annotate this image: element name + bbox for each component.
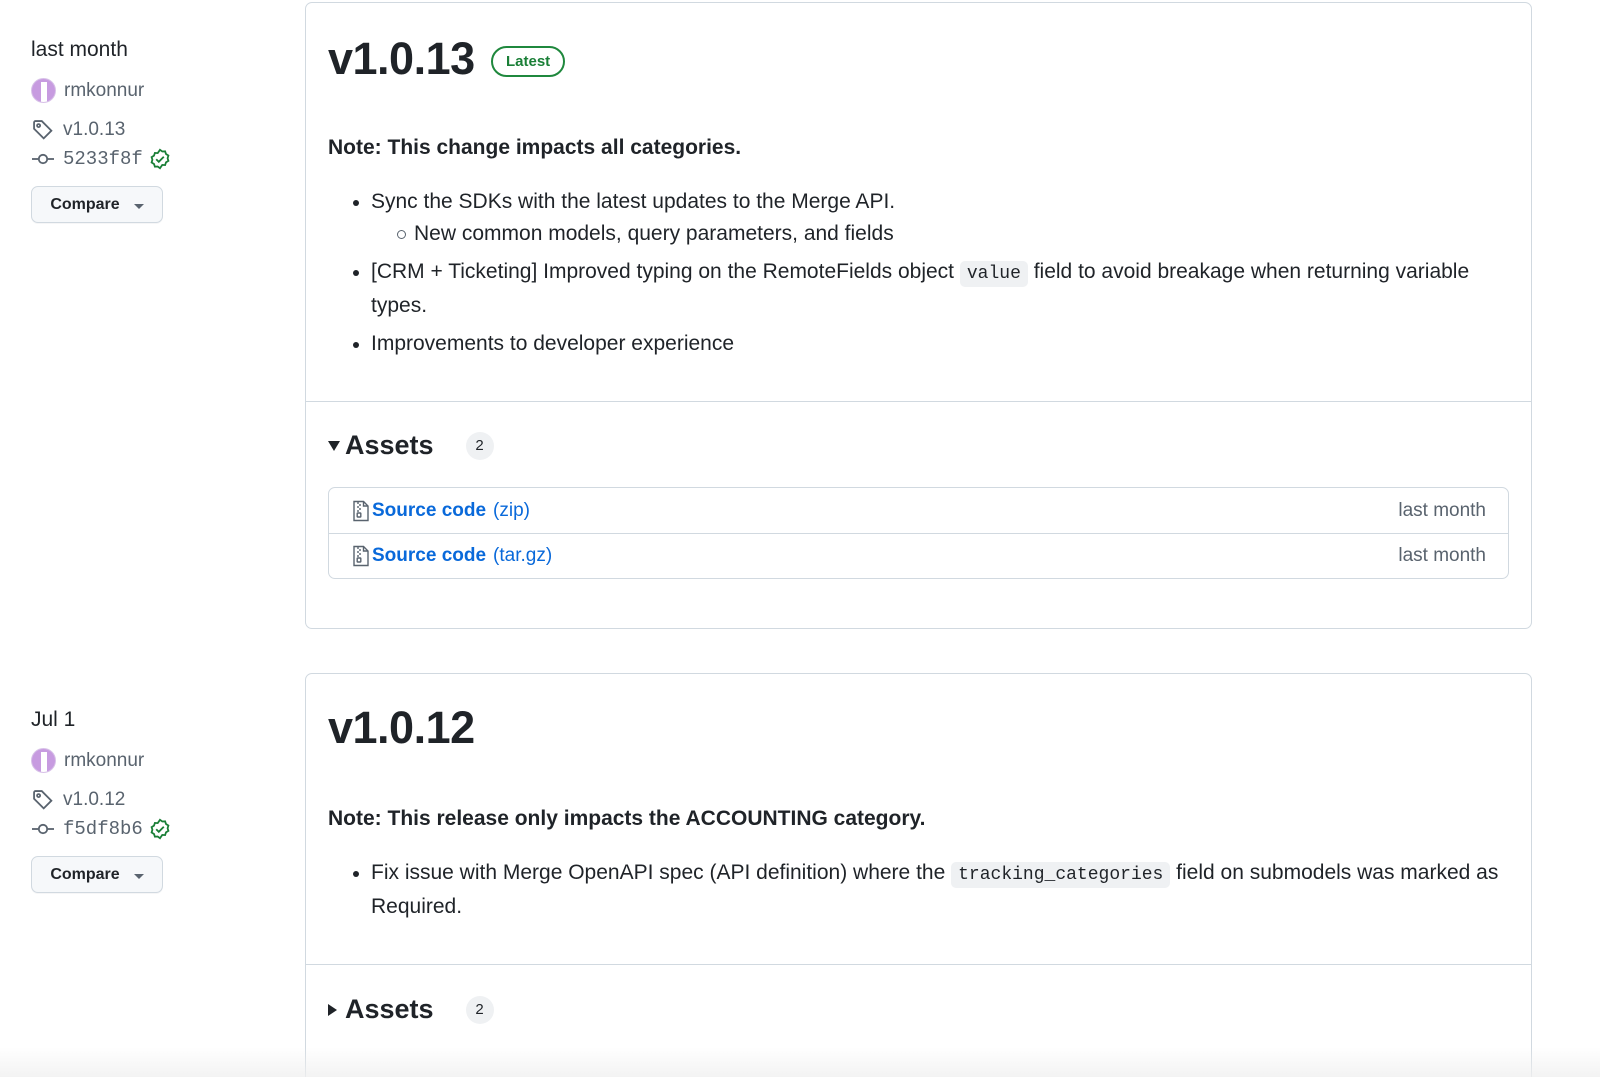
- list-item-text: New common models, query parameters, and…: [414, 222, 894, 245]
- assets-count: 2: [465, 995, 494, 1024]
- release-note-heading: Note: This release only impacts the ACCO…: [328, 807, 926, 830]
- commit-icon: [31, 822, 55, 836]
- release-notes-list: Sync the SDKs with the latest updates to…: [353, 186, 1511, 360]
- commit-sha[interactable]: 5233f8f: [63, 148, 143, 170]
- asset-date: last month: [1398, 499, 1486, 521]
- asset-name[interactable]: Source code: [372, 500, 486, 522]
- inline-code: tracking_categories: [951, 862, 1171, 888]
- release-date: Jul 1: [31, 708, 76, 731]
- assets-title: Assets: [345, 994, 434, 1024]
- bottom-fade: [0, 1047, 1600, 1077]
- assets-title: Assets: [345, 430, 434, 460]
- asset-ext[interactable]: (tar.gz): [493, 545, 552, 567]
- commit-icon: [31, 152, 55, 166]
- compare-button[interactable]: Compare: [31, 856, 163, 893]
- asset-date: last month: [1398, 545, 1486, 566]
- list-item: Fix issue with Merge OpenAPI spec (API d…: [353, 857, 1511, 923]
- author-row[interactable]: rmkonnur: [31, 78, 144, 103]
- file-zip-icon: [352, 545, 370, 567]
- author-name[interactable]: rmkonnur: [64, 80, 144, 102]
- author-row[interactable]: rmkonnur: [31, 748, 144, 773]
- list-item: New common models, query parameters, and…: [397, 218, 1511, 250]
- tag-label[interactable]: v1.0.12: [63, 789, 125, 811]
- verified-check-icon[interactable]: [149, 818, 171, 840]
- compare-label: Compare: [50, 195, 120, 213]
- compare-label: Compare: [50, 865, 120, 883]
- commit-row[interactable]: f5df8b6: [31, 818, 171, 840]
- release-note-heading: Note: This change impacts all categories…: [328, 136, 742, 159]
- avatar[interactable]: [31, 78, 56, 103]
- assets-list: Source code (zip) last month Source code…: [328, 487, 1509, 579]
- release-card: v1.0.12 Note: This release only impacts …: [305, 673, 1532, 1077]
- verified-check-icon[interactable]: [149, 148, 171, 170]
- tag-row[interactable]: v1.0.13: [31, 119, 125, 141]
- release-title[interactable]: v1.0.12: [328, 702, 475, 754]
- commit-row[interactable]: 5233f8f: [31, 148, 171, 170]
- asset-row-targz[interactable]: Source code (tar.gz) last month: [329, 533, 1508, 578]
- release-date: last month: [31, 38, 128, 61]
- list-item: [CRM + Ticketing] Improved typing on the…: [353, 256, 1511, 322]
- list-item-text: Sync the SDKs with the latest updates to…: [371, 190, 896, 213]
- commit-sha[interactable]: f5df8b6: [63, 818, 143, 840]
- divider: [306, 401, 1531, 402]
- list-item-text: Improvements to developer experience: [371, 332, 735, 355]
- triangle-right-icon: [328, 1003, 337, 1016]
- assets-count: 2: [465, 431, 494, 460]
- list-item: Sync the SDKs with the latest updates to…: [353, 186, 1511, 218]
- asset-ext[interactable]: (zip): [493, 500, 530, 522]
- tag-label[interactable]: v1.0.13: [63, 119, 125, 141]
- list-item-text: Fix issue with Merge OpenAPI spec (API d…: [371, 861, 952, 884]
- assets-toggle[interactable]: Assets 2: [328, 430, 494, 461]
- latest-badge: Latest: [491, 46, 566, 77]
- tag-icon: [31, 789, 55, 811]
- release-sidebar: Jul 1 rmkonnur v1.0.12 f5df8b6 Compare: [31, 708, 281, 893]
- list-item: Improvements to developer experience: [353, 328, 1511, 360]
- author-name[interactable]: rmkonnur: [64, 750, 144, 772]
- inline-code: value: [959, 261, 1028, 287]
- asset-name[interactable]: Source code: [372, 545, 486, 567]
- triangle-down-icon: [328, 440, 340, 451]
- release-card: v1.0.13 Latest Note: This change impacts…: [305, 2, 1532, 629]
- release-sidebar: last month rmkonnur v1.0.13 5233f8f Comp…: [31, 38, 281, 223]
- list-item-text: [CRM + Ticketing] Improved typing on the…: [371, 260, 960, 283]
- tag-row[interactable]: v1.0.12: [31, 789, 125, 811]
- caret-down-icon: [133, 873, 144, 879]
- file-zip-icon: [352, 500, 370, 522]
- release-title[interactable]: v1.0.13: [328, 33, 475, 85]
- assets-toggle[interactable]: Assets 2: [328, 994, 494, 1025]
- compare-button[interactable]: Compare: [31, 186, 163, 223]
- avatar[interactable]: [31, 748, 56, 773]
- divider: [306, 964, 1531, 965]
- caret-down-icon: [133, 203, 144, 209]
- tag-icon: [31, 119, 55, 141]
- release-notes-list: Fix issue with Merge OpenAPI spec (API d…: [353, 857, 1511, 923]
- asset-row-zip[interactable]: Source code (zip) last month: [329, 488, 1508, 533]
